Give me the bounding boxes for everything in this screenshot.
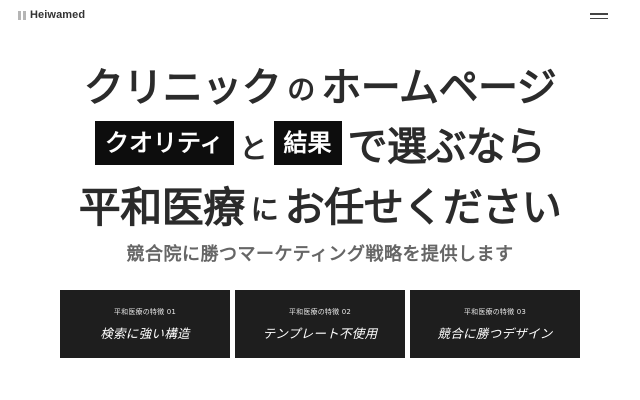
feature-card-title: テンプレート不使用 [262,325,378,341]
headline-choose: 選ぶなら [387,124,546,170]
feature-card-title: 検索に強い構造 [100,325,190,341]
feature-card-03[interactable]: 平和医療の特徴 03 競合に勝つデザイン [410,290,580,358]
headline-result-box: 結果 [273,121,342,165]
headline-no: の [287,73,316,106]
feature-card-label: 平和医療の特徴 02 [288,307,352,316]
headline-line-3: 平和医療 に お任せください [0,176,640,232]
tagline: 競合院に勝つマーケティング戦略を提供します [126,244,514,265]
feature-cards: 平和医療の特徴 01 検索に強い構造 平和医療の特徴 02 テンプレート不使用 … [60,290,580,358]
feature-card-02[interactable]: 平和医療の特徴 02 テンプレート不使用 [235,290,405,358]
logo[interactable]: Heiwamed [18,9,85,21]
headline-de: で [347,124,388,170]
headline-ni: に [250,193,279,226]
site-header: Heiwamed [0,0,640,32]
logo-mark-icon [18,10,26,20]
headline-quality-box: クオリティ [94,121,234,165]
headline-line-2: クオリティ と 結果 で 選ぶなら [0,112,640,174]
feature-card-01[interactable]: 平和医療の特徴 01 検索に強い構造 [60,290,230,358]
feature-card-label: 平和医療の特徴 03 [463,307,527,316]
hero-headline: クリニック の ホームページ クオリティ と 結果 で 選ぶなら 平和医療 に … [0,58,640,232]
hamburger-menu-icon[interactable] [590,12,608,20]
headline-line-1: クリニック の ホームページ [0,58,640,111]
headline-homepage: ホームページ [321,65,557,111]
headline-to: と [239,132,268,165]
logo-text: Heiwamed [30,9,86,21]
feature-card-label: 平和医療の特徴 01 [113,307,177,316]
headline-brand: 平和医療 [78,182,246,232]
headline-clinic: クリニック [83,65,282,111]
feature-card-title: 競合に勝つデザイン [437,325,553,341]
headline-leave-to-us: お任せください [284,185,562,231]
